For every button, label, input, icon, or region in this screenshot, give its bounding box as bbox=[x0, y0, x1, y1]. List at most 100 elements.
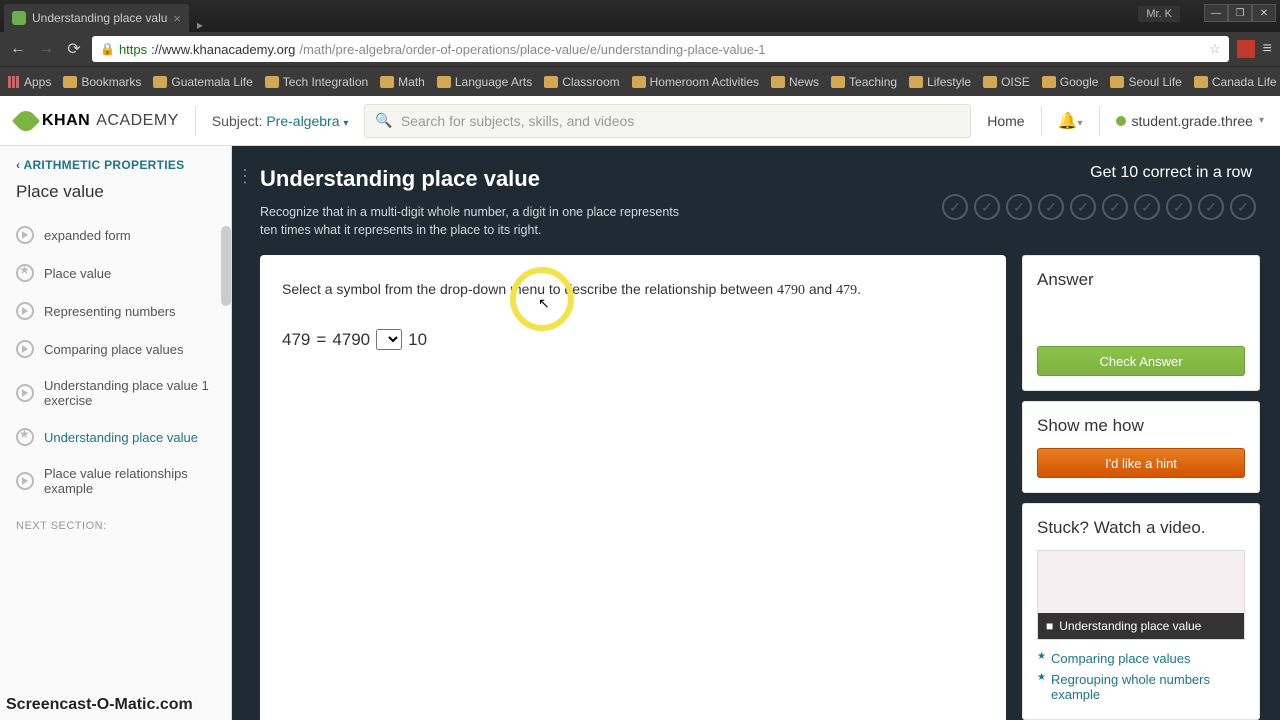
sidebar-item[interactable]: Place value bbox=[0, 254, 231, 292]
main-area: ‹ ARITHMETIC PROPERTIES Place value expa… bbox=[0, 146, 1280, 720]
bookmark-item[interactable]: Classroom bbox=[544, 75, 619, 89]
subject-value[interactable]: Pre-algebra bbox=[266, 113, 339, 129]
close-icon[interactable]: × bbox=[173, 11, 181, 26]
related-link[interactable]: Regrouping whole numbers example bbox=[1037, 669, 1245, 705]
bookmark-item[interactable]: Teaching bbox=[831, 75, 897, 89]
watermark: Screencast-O-Matic.com bbox=[6, 696, 193, 714]
divider bbox=[1099, 106, 1100, 136]
maximize-button[interactable]: ❐ bbox=[1228, 4, 1252, 22]
eq-lhs: 479 bbox=[282, 330, 310, 350]
progress-circle: ✓ bbox=[1166, 194, 1192, 220]
bell-icon[interactable]: 🔔▾ bbox=[1058, 111, 1083, 131]
bookmark-item[interactable]: Homeroom Activities bbox=[632, 75, 759, 89]
url-protocol: https bbox=[119, 42, 147, 57]
sidebar-item[interactable]: Place value relationships example bbox=[0, 456, 231, 506]
leaf-icon bbox=[12, 106, 40, 134]
progress-circle: ✓ bbox=[1198, 194, 1224, 220]
search-placeholder: Search for subjects, skills, and videos bbox=[401, 113, 634, 129]
scrollbar-thumb[interactable] bbox=[221, 226, 231, 306]
new-tab-button[interactable]: ▸ bbox=[189, 18, 211, 32]
bookmark-item[interactable]: Tech Integration bbox=[265, 75, 368, 89]
play-icon bbox=[16, 340, 34, 358]
exercise-subtitle: Recognize that in a multi-digit whole nu… bbox=[260, 204, 690, 239]
cursor-icon: ↖ bbox=[538, 295, 550, 312]
bookmark-star-icon[interactable]: ☆ bbox=[1209, 41, 1221, 57]
address-toolbar: ← → ⟳ 🔒 https ://www.khanacademy.org /ma… bbox=[0, 32, 1280, 66]
logo-text-bold: KHAN bbox=[42, 112, 90, 130]
equation: 479 = 4790 10 bbox=[282, 329, 984, 350]
folder-icon bbox=[265, 76, 279, 88]
chrome-profile-chip[interactable]: Mr. K bbox=[1138, 6, 1180, 22]
bookmark-item[interactable]: News bbox=[771, 75, 819, 89]
subject-selector[interactable]: Subject: Pre-algebra ▾ bbox=[212, 113, 349, 129]
search-icon: 🔍 bbox=[375, 112, 392, 129]
search-input[interactable]: 🔍 Search for subjects, skills, and video… bbox=[364, 104, 971, 138]
progress-circle: ✓ bbox=[974, 194, 1000, 220]
sidebar-item-label: Place value relationships example bbox=[44, 466, 215, 496]
sidebar: ‹ ARITHMETIC PROPERTIES Place value expa… bbox=[0, 146, 232, 720]
extension-icon[interactable] bbox=[1237, 40, 1255, 58]
check-answer-button[interactable]: Check Answer bbox=[1037, 346, 1245, 376]
bookmark-item[interactable]: Seoul Life bbox=[1110, 75, 1181, 89]
bookmark-item[interactable]: Canada Life bbox=[1194, 75, 1277, 89]
exercise-card: Select a symbol from the drop-down menu … bbox=[260, 255, 1006, 720]
url-host: ://www.khanacademy.org bbox=[151, 42, 295, 57]
play-icon bbox=[16, 226, 34, 244]
browser-tab-active[interactable]: Understanding place valu × bbox=[4, 4, 189, 32]
sidebar-item-label: Understanding place value 1 exercise bbox=[44, 378, 215, 408]
sidebar-item[interactable]: Understanding place value 1 exercise bbox=[0, 368, 231, 418]
tab-title: Understanding place valu bbox=[32, 11, 167, 25]
bookmark-item[interactable]: OISE bbox=[983, 75, 1030, 89]
related-link[interactable]: Comparing place values bbox=[1037, 648, 1245, 669]
folder-icon bbox=[632, 76, 646, 88]
answer-panel: Answer Check Answer bbox=[1022, 255, 1260, 391]
caret-down-icon: ▾ bbox=[343, 118, 348, 129]
bookmark-item[interactable]: Math bbox=[380, 75, 425, 89]
folder-icon bbox=[831, 76, 845, 88]
subject-label: Subject: bbox=[212, 113, 263, 129]
video-thumbnail[interactable]: ■ Understanding place value bbox=[1037, 550, 1245, 640]
sidebar-item-label: Place value bbox=[44, 266, 111, 281]
sidebar-item[interactable]: Comparing place values bbox=[0, 330, 231, 368]
minimize-button[interactable]: — bbox=[1204, 4, 1228, 22]
close-window-button[interactable]: ✕ bbox=[1252, 4, 1276, 22]
answer-column: Answer Check Answer Show me how I'd like… bbox=[1022, 255, 1280, 720]
reload-button[interactable]: ⟳ bbox=[64, 39, 84, 59]
bookmark-item[interactable]: Google bbox=[1042, 75, 1099, 89]
sidebar-item[interactable]: expanded form bbox=[0, 216, 231, 254]
bookmark-item[interactable]: Guatemala Life bbox=[153, 75, 252, 89]
forward-button[interactable]: → bbox=[36, 40, 56, 58]
bookmark-item[interactable]: Language Arts bbox=[437, 75, 532, 89]
sidebar-back-link[interactable]: ‹ ARITHMETIC PROPERTIES bbox=[0, 146, 231, 176]
chrome-menu-icon[interactable]: ≡ bbox=[1263, 40, 1272, 58]
sidebar-next-section-label: NEXT SECTION: bbox=[0, 506, 231, 536]
khan-logo[interactable]: KHANACADEMY bbox=[16, 111, 179, 131]
home-link[interactable]: Home bbox=[987, 113, 1024, 129]
eq-rhs: 4790 bbox=[332, 330, 370, 350]
bookmark-item[interactable]: Apps bbox=[8, 75, 51, 89]
sidebar-item-label: expanded form bbox=[44, 228, 131, 243]
browser-tabs: Understanding place valu × ▸ bbox=[0, 0, 1280, 32]
star-icon bbox=[16, 264, 34, 282]
folder-icon bbox=[380, 76, 394, 88]
progress-circle: ✓ bbox=[1038, 194, 1064, 220]
kebab-menu-icon[interactable]: ⋮ bbox=[236, 166, 254, 187]
star-icon bbox=[16, 428, 34, 446]
content-area: ⋮ Understanding place value Get 10 corre… bbox=[232, 146, 1280, 720]
sidebar-item-label: Comparing place values bbox=[44, 342, 183, 357]
folder-icon bbox=[1194, 76, 1208, 88]
user-menu[interactable]: student.grade.three ▾ bbox=[1116, 113, 1264, 129]
sidebar-item[interactable]: Understanding place value bbox=[0, 418, 231, 456]
eq-tail: 10 bbox=[408, 330, 427, 350]
sidebar-title: Place value bbox=[0, 176, 231, 216]
operator-dropdown[interactable] bbox=[376, 329, 402, 350]
bookmark-item[interactable]: Lifestyle bbox=[909, 75, 971, 89]
folder-icon bbox=[63, 76, 77, 88]
back-button[interactable]: ← bbox=[8, 40, 28, 58]
show-me-how-panel: Show me how I'd like a hint bbox=[1022, 401, 1260, 493]
bookmark-item[interactable]: Bookmarks bbox=[63, 75, 141, 89]
sidebar-item[interactable]: Representing numbers bbox=[0, 292, 231, 330]
hint-button[interactable]: I'd like a hint bbox=[1037, 448, 1245, 478]
address-bar[interactable]: 🔒 https ://www.khanacademy.org /math/pre… bbox=[92, 36, 1229, 62]
folder-icon bbox=[1110, 76, 1124, 88]
